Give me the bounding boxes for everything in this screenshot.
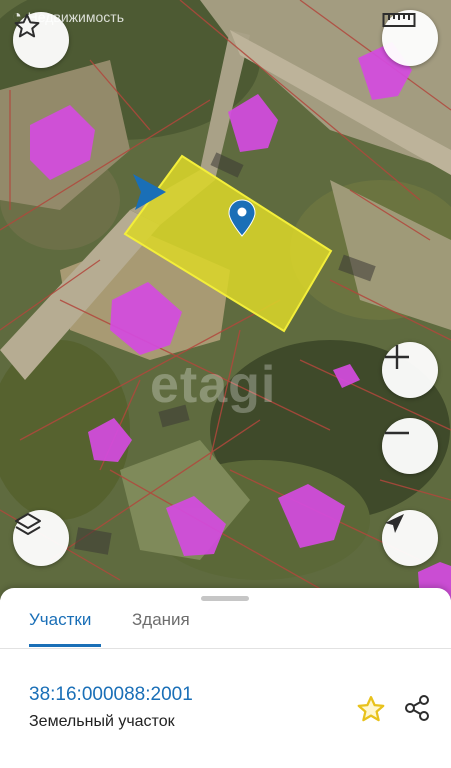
bottom-sheet: Участки Здания 38:16:000088:2001 Земельн… — [0, 588, 451, 768]
satellite-map[interactable]: ◔ Недвижимость etagi — [0, 0, 451, 600]
watermark-center: etagi — [150, 356, 277, 414]
plus-icon — [385, 345, 409, 369]
layers-icon — [15, 513, 41, 535]
my-location-button[interactable] — [382, 510, 438, 566]
navigation-arrow-icon — [385, 514, 404, 533]
active-tab-indicator — [29, 644, 101, 647]
zoom-out-button[interactable] — [382, 418, 438, 474]
tab-bar: Участки Здания — [0, 602, 451, 649]
share-button[interactable] — [402, 693, 432, 728]
layers-button[interactable] — [13, 510, 69, 566]
cadastral-number[interactable]: 38:16:000088:2001 — [29, 684, 193, 706]
favorite-parcel-button[interactable] — [356, 694, 386, 729]
tab-parcels[interactable]: Участки — [29, 610, 91, 630]
minus-icon — [385, 431, 409, 435]
favorite-map-button[interactable] — [13, 12, 69, 68]
zoom-in-button[interactable] — [382, 342, 438, 398]
ruler-button[interactable] — [382, 10, 438, 66]
tab-buildings[interactable]: Здания — [132, 610, 190, 630]
sheet-grabber[interactable] — [201, 596, 249, 601]
parcel-type-label: Земельный участок — [29, 713, 175, 730]
star-icon — [357, 696, 385, 722]
star-outline-icon — [14, 13, 40, 38]
share-icon — [405, 695, 429, 721]
ruler-icon — [382, 13, 416, 27]
